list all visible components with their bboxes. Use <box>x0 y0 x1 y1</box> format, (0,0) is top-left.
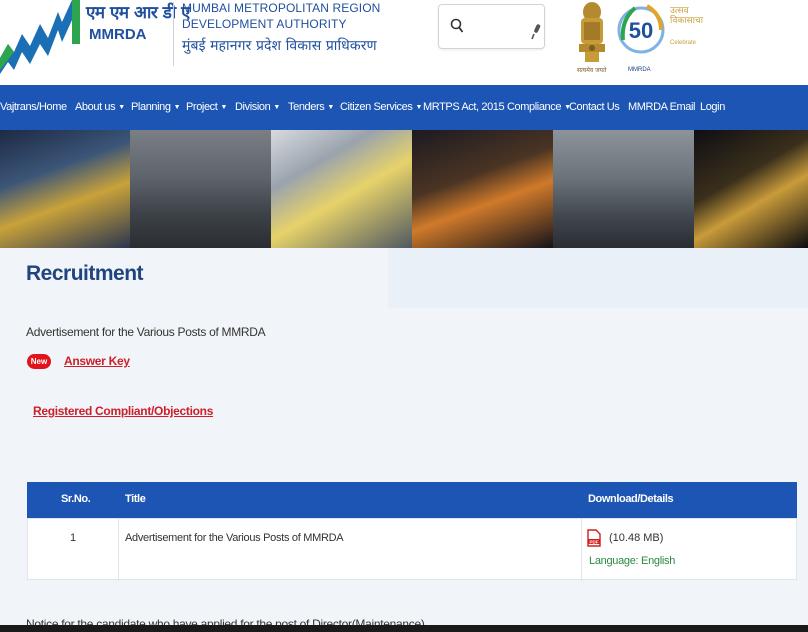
org-name-hindi: मुंबई महानगर प्रदेश विकास प्राधिकरण <box>182 38 377 54</box>
org-name-line2: DEVELOPMENT AUTHORITY <box>182 17 347 31</box>
column-divider <box>581 519 582 581</box>
mic-icon[interactable] <box>531 24 541 40</box>
banner-photo-metro-train <box>0 130 130 248</box>
chevron-down-icon: ▼ <box>327 104 334 111</box>
chevron-down-icon: ▼ <box>118 104 125 111</box>
mmrda-logo-icon[interactable] <box>0 0 82 78</box>
search-icon[interactable] <box>450 18 464 34</box>
nav-mrtps-act[interactable]: MRTPS Act, 2015 <box>423 101 505 113</box>
table-row: 1 Advertisement for the Various Posts of… <box>27 518 797 581</box>
nav-citizen-label: Citizen Services <box>340 101 413 113</box>
celebration-text: उत्सव विकासाचा <box>670 6 704 26</box>
national-emblem-icon <box>579 2 605 62</box>
banner-photo-metro-station <box>271 130 412 248</box>
badge-caption: MMRDA <box>628 67 651 73</box>
file-size: (10.48 MB) <box>609 532 664 544</box>
search-box[interactable] <box>438 4 545 49</box>
nav-contact-us[interactable]: Contact Us <box>569 101 620 113</box>
nav-project-label: Project <box>186 101 218 113</box>
nav-planning-label: Planning <box>131 101 171 113</box>
registered-complaints-link[interactable]: Registered Compliant/Objections <box>33 404 213 418</box>
fifty-years-badge-icon: 50 <box>617 4 665 54</box>
chevron-down-icon: ▼ <box>415 104 422 111</box>
banner-photo-elevated-road <box>553 130 694 248</box>
nav-login[interactable]: Login <box>700 101 725 113</box>
table-header: Sr.No. Title Download/Details <box>27 482 797 518</box>
nav-division-label: Division <box>235 101 271 113</box>
chevron-down-icon: ▼ <box>220 104 227 111</box>
language-label: Language: English <box>589 555 676 567</box>
banner-photo-night-flyover <box>412 130 553 248</box>
main-nav: Vajtrans/Home About us ▼ Planning ▼ Projec… <box>0 85 808 130</box>
svg-text:PDF: PDF <box>590 539 599 544</box>
main-content: Recruitment Advertisement for the Variou… <box>0 248 808 632</box>
nav-about-label: About us <box>75 101 116 113</box>
nav-project[interactable]: Project ▼ <box>186 101 227 113</box>
row-title: Advertisement for the Various Posts of M… <box>125 532 344 544</box>
bottom-strip <box>0 625 808 632</box>
new-badge: New <box>27 354 51 369</box>
nav-division[interactable]: Division ▼ <box>235 101 280 113</box>
column-header-title: Title <box>125 493 146 505</box>
celebration-english-text: Celebrate <box>670 40 697 46</box>
page-title: Recruitment <box>26 262 144 285</box>
banner-photo-city-rail <box>130 130 271 248</box>
nav-email-label: MMRDA Email <box>628 101 696 113</box>
emblem-caption: सत्यमेव जयते <box>577 67 607 74</box>
nav-compliance-label: Compliance <box>507 101 562 113</box>
search-input[interactable] <box>469 15 525 39</box>
nav-login-label: Login <box>700 101 725 113</box>
advertisement-heading: Advertisement for the Various Posts of M… <box>26 325 266 339</box>
logo-hindi-text: एम एम आर डी ए <box>86 3 191 23</box>
column-header-download: Download/Details <box>588 493 674 505</box>
background-panel <box>388 248 808 308</box>
nav-mmrda-email[interactable]: MMRDA Email <box>628 101 696 113</box>
answer-key-link[interactable]: Answer Key <box>64 354 130 368</box>
pdf-icon[interactable]: PDF <box>587 529 601 547</box>
nav-planning[interactable]: Planning ▼ <box>131 101 181 113</box>
site-header: एम एम आर डी ए MMRDA MUMBAI METROPOLITAN … <box>0 0 808 85</box>
nav-home[interactable]: Vajtrans/Home <box>0 101 67 113</box>
logo-english-text: MMRDA <box>89 26 147 43</box>
column-header-sr-no: Sr.No. <box>61 493 91 505</box>
nav-tenders-label: Tenders <box>288 101 325 113</box>
nav-citizen-services[interactable]: Citizen Services ▼ <box>340 101 422 113</box>
svg-text:50: 50 <box>629 18 653 43</box>
photo-banner <box>0 130 808 248</box>
nav-tenders[interactable]: Tenders ▼ <box>288 101 334 113</box>
row-sr-no: 1 <box>70 532 76 544</box>
chevron-down-icon: ▼ <box>173 104 181 111</box>
column-divider <box>118 519 119 581</box>
nav-compliance[interactable]: Compliance ▼ <box>507 101 571 113</box>
nav-contact-label: Contact Us <box>569 101 620 113</box>
org-name-line1: MUMBAI METROPOLITAN REGION <box>182 1 381 15</box>
nav-about-us[interactable]: About us ▼ <box>75 101 125 113</box>
nav-mrtps-label: MRTPS Act, 2015 <box>423 101 505 113</box>
banner-photo-night-bridge <box>694 130 808 248</box>
nav-home-label: Vajtrans/Home <box>0 101 67 113</box>
header-divider <box>173 2 174 66</box>
chevron-down-icon: ▼ <box>273 104 280 111</box>
